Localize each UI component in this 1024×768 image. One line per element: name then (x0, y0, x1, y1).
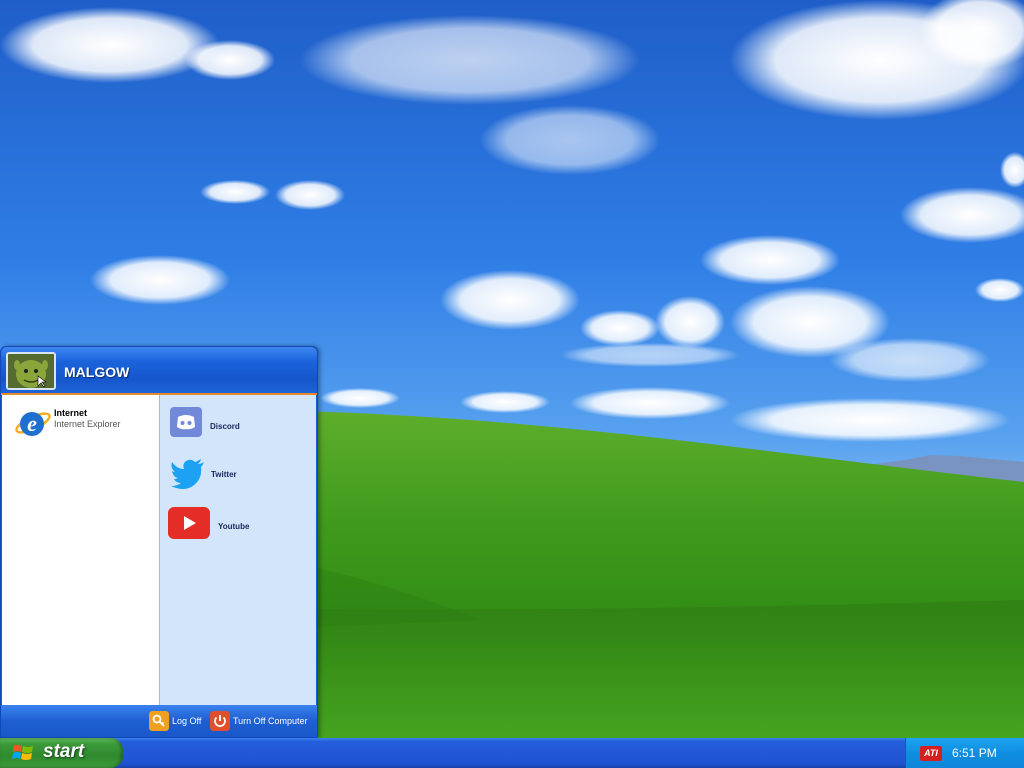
link-label: Discord (210, 422, 240, 431)
internet-explorer-icon: e (15, 411, 51, 436)
discord-icon (170, 407, 202, 437)
clock[interactable]: 6:51 PM (952, 746, 997, 760)
power-icon (210, 711, 230, 731)
user-name: MALGOW (64, 364, 130, 380)
start-button[interactable]: start (0, 738, 123, 768)
svg-text:e: e (27, 411, 37, 436)
link-item-twitter[interactable]: Twitter (166, 453, 316, 493)
start-label: start (43, 741, 85, 762)
key-icon (149, 711, 169, 731)
start-menu-pinned-list: e Internet Internet Explorer (2, 395, 159, 705)
link-label: Twitter (211, 470, 237, 479)
log-off-button[interactable]: Log Off (149, 711, 205, 731)
start-menu-header: MALGOW (1, 347, 317, 395)
pinned-item-subtitle: Internet Explorer (54, 419, 121, 429)
pinned-item-title: Internet (54, 408, 88, 418)
start-menu: MALGOW e Internet Internet Explorer Disc… (0, 346, 318, 738)
youtube-icon (168, 507, 210, 539)
link-item-discord[interactable]: Discord (166, 405, 316, 445)
turn-off-computer-button[interactable]: Turn Off Computer (210, 711, 314, 731)
pinned-item-internet-explorer[interactable]: e Internet Internet Explorer (10, 403, 155, 445)
log-off-label: Log Off (172, 716, 202, 726)
twitter-icon (171, 459, 204, 490)
link-item-youtube[interactable]: Youtube (166, 505, 316, 545)
system-tray: ATI 6:51 PM (905, 738, 1024, 768)
avatar[interactable] (6, 352, 56, 390)
windows-flag-icon (12, 745, 33, 760)
start-menu-links-list: Discord Twitter Youtube (159, 395, 316, 705)
taskbar: start ATI 6:51 PM (0, 738, 1024, 768)
start-menu-footer: Log Off Turn Off Computer (1, 705, 317, 737)
turn-off-computer-label: Turn Off Computer (233, 716, 308, 726)
ati-tray-icon[interactable]: ATI (920, 746, 942, 761)
link-label: Youtube (218, 522, 250, 531)
